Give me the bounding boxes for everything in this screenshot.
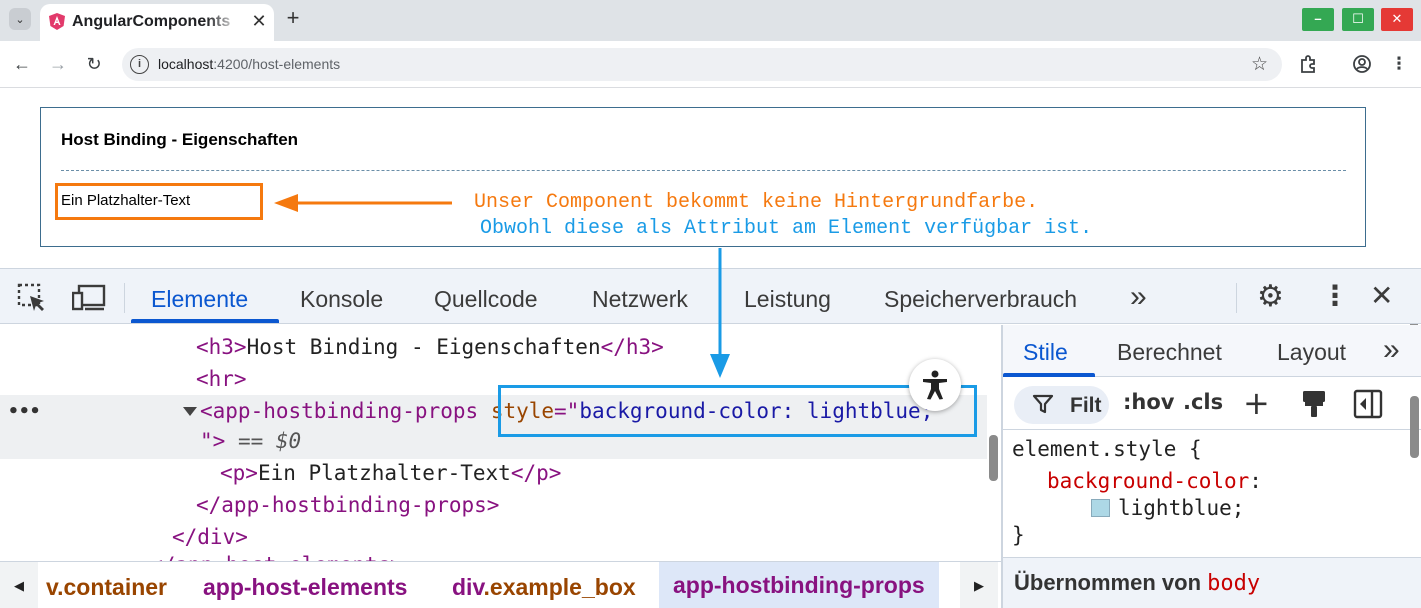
elements-tree: <h3>Host Binding - Eigenschaften</h3> <h…	[0, 325, 1000, 561]
new-style-rule-icon[interactable]: +	[1243, 384, 1270, 422]
back-arrow-icon[interactable]: ←	[11, 53, 33, 75]
inspect-element-icon[interactable]	[17, 283, 47, 313]
url-text: localhost:4200/host-elements	[158, 56, 341, 72]
rule-close-brace: }	[1012, 523, 1025, 547]
dom-breadcrumb: ◀ v.container app-host-elements div.exam…	[0, 561, 1001, 608]
tab-quellcode[interactable]: Quellcode	[434, 286, 538, 313]
breadcrumb-item-div-example-box[interactable]: div.example_box	[452, 574, 636, 601]
tab-berechnet[interactable]: Berechnet	[1117, 339, 1222, 366]
forward-arrow-icon[interactable]: →	[47, 53, 69, 75]
site-info-icon[interactable]: i	[130, 55, 149, 74]
hover-state-button[interactable]: :hov	[1123, 390, 1174, 414]
inherited-from-link[interactable]: body	[1207, 571, 1260, 596]
filter-icon	[1032, 394, 1054, 414]
minimize-button[interactable]: –	[1302, 8, 1334, 31]
breadcrumb-left-arrow-icon[interactable]: ◀	[0, 562, 38, 608]
active-tab-indicator	[131, 319, 279, 323]
tab-leistung[interactable]: Leistung	[744, 286, 831, 313]
rule-selector: element.style {	[1012, 437, 1202, 461]
tab-speicherverbrauch[interactable]: Speicherverbrauch	[884, 286, 1077, 313]
dom-node-div-end[interactable]: </div>	[172, 525, 248, 549]
breadcrumb-item-app-hostbinding-props[interactable]: app-hostbinding-props	[659, 562, 939, 608]
annotation-highlight-blue	[498, 385, 977, 437]
extensions-puzzle-icon[interactable]	[1298, 53, 1320, 75]
tab-konsole[interactable]: Konsole	[300, 286, 383, 313]
scrollbar-thumb[interactable]	[1410, 396, 1419, 458]
accessibility-tree-button[interactable]	[909, 359, 961, 411]
class-toggle-button[interactable]: .cls	[1183, 390, 1223, 414]
tab-elemente[interactable]: Elemente	[151, 286, 248, 313]
browser-menu-icon[interactable]: ⋮	[1388, 53, 1410, 75]
tab-search-icon[interactable]: ⌄	[9, 8, 31, 30]
reload-icon[interactable]: ↻	[83, 53, 105, 75]
css-value[interactable]: lightblue;	[1091, 496, 1244, 520]
element-style-rule: element.style { background-color: lightb…	[1003, 431, 1407, 557]
css-declaration[interactable]: background-color:	[1047, 469, 1262, 493]
inherited-label: Übernommen von body	[1014, 570, 1261, 596]
inherited-section-header: Übernommen von body	[1003, 557, 1421, 608]
profile-avatar-icon[interactable]	[1351, 53, 1373, 75]
styles-scrollbar[interactable]	[1409, 378, 1421, 556]
scrollbar-thumb[interactable]	[989, 435, 998, 481]
more-tabs-icon[interactable]: »	[1130, 280, 1147, 314]
devtools-menu-icon[interactable]: ⋮	[1321, 279, 1349, 312]
styles-active-indicator	[1003, 373, 1095, 377]
tab-stile[interactable]: Stile	[1023, 339, 1068, 366]
dom-node-hr[interactable]: <hr>	[196, 367, 247, 391]
tab-title: AngularComponents	[72, 13, 231, 30]
paint-brush-icon[interactable]	[1301, 389, 1327, 419]
annotation-highlight-orange	[55, 183, 263, 220]
annotation-arrow-down	[710, 248, 730, 378]
dom-node-p[interactable]: <p>Ein Platzhalter-Text</p>	[220, 461, 561, 485]
toolbar-separator	[1236, 283, 1237, 313]
address-bar[interactable]: i localhost:4200/host-elements ☆	[122, 48, 1282, 81]
elements-scrollbar[interactable]	[988, 325, 1000, 561]
tab-strip: ⌄ AngularComponents ✕ + – ☐ ✕	[0, 0, 1421, 41]
dom-node-cutoff: </app-host-elements>	[150, 553, 403, 561]
tab-layout[interactable]: Layout	[1277, 339, 1346, 366]
maximize-button[interactable]: ☐	[1342, 8, 1374, 31]
device-toolbar-icon[interactable]	[72, 283, 106, 313]
devtools-close-icon[interactable]: ✕	[1370, 279, 1393, 312]
bookmark-star-icon[interactable]: ☆	[1251, 53, 1268, 76]
styles-toolbar: Filt :hov .cls +	[1003, 378, 1421, 430]
tab-netzwerk[interactable]: Netzwerk	[592, 286, 688, 313]
annotation-text-blue: Obwohl diese als Attribut am Element ver…	[480, 217, 1093, 240]
breadcrumb-item-div-container[interactable]: v.container	[46, 574, 167, 601]
tab-close-icon[interactable]: ✕	[250, 12, 268, 30]
toolbar-separator	[124, 283, 125, 313]
new-tab-button[interactable]: +	[283, 7, 303, 29]
breadcrumb-item-app-host-elements[interactable]: app-host-elements	[203, 574, 407, 601]
dom-node-app-hostbinding-props-end[interactable]: </app-hostbinding-props>	[196, 493, 499, 517]
page-content: Host Binding - Eigenschaften Ein Platzha…	[0, 89, 1421, 339]
dom-node-h3[interactable]: <h3>Host Binding - Eigenschaften</h3>	[196, 335, 664, 359]
browser-tab[interactable]: AngularComponents ✕	[40, 4, 274, 41]
divider	[61, 170, 1346, 171]
toggle-sidebar-icon[interactable]	[1353, 389, 1383, 419]
breadcrumb-right-arrow-icon[interactable]: ▶	[960, 562, 998, 608]
window-close-button[interactable]: ✕	[1381, 8, 1413, 31]
angular-favicon-icon	[49, 13, 65, 30]
color-swatch[interactable]	[1091, 499, 1110, 517]
node-actions-ellipsis[interactable]: •••	[8, 401, 41, 422]
dom-node-close-quote: "> == $0	[200, 429, 302, 453]
example-title: Host Binding - Eigenschaften	[61, 130, 299, 149]
styles-filter-input[interactable]: Filt	[1014, 386, 1109, 424]
more-style-tabs-icon[interactable]: »	[1383, 333, 1400, 367]
accessibility-icon	[923, 370, 947, 400]
settings-gear-icon[interactable]: ⚙	[1257, 279, 1284, 314]
expand-triangle-icon[interactable]	[183, 407, 197, 416]
annotation-arrow-left	[274, 194, 452, 212]
styles-tab-bar: Stile Berechnet Layout »	[1003, 325, 1421, 377]
browser-toolbar: ← → ↻ i localhost:4200/host-elements ☆ ⋮	[0, 41, 1421, 88]
annotation-text-orange: Unser Component bekommt keine Hintergrun…	[474, 191, 1039, 214]
